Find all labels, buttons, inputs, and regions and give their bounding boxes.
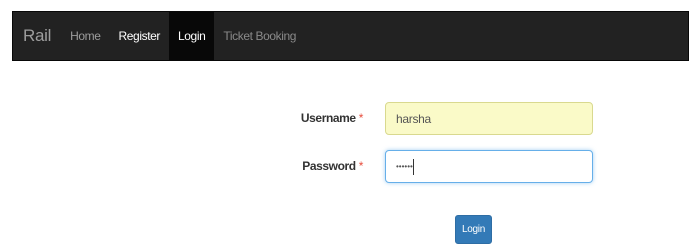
login-button[interactable]: Login	[455, 215, 492, 244]
nav-item-home[interactable]: Home	[61, 12, 109, 60]
nav-item-ticket-booking[interactable]: Ticket Booking	[214, 12, 305, 60]
password-label: Password *	[302, 159, 363, 173]
nav-item-login[interactable]: Login	[169, 12, 215, 60]
username-label: Username *	[300, 111, 364, 125]
password-input[interactable]	[385, 150, 593, 183]
navbar: Rail Home Register Login Ticket Booking	[12, 11, 689, 61]
required-mark: *	[358, 159, 364, 173]
username-label-text: Username	[300, 111, 356, 125]
password-label-text: Password	[302, 159, 356, 173]
password-row: Password *	[0, 150, 699, 184]
brand-logo[interactable]: Rail	[13, 12, 61, 60]
username-input[interactable]	[385, 102, 593, 135]
required-mark: *	[358, 111, 364, 125]
username-row: Username *	[0, 102, 699, 136]
text-caret	[413, 159, 414, 175]
nav-item-register[interactable]: Register	[110, 12, 169, 60]
